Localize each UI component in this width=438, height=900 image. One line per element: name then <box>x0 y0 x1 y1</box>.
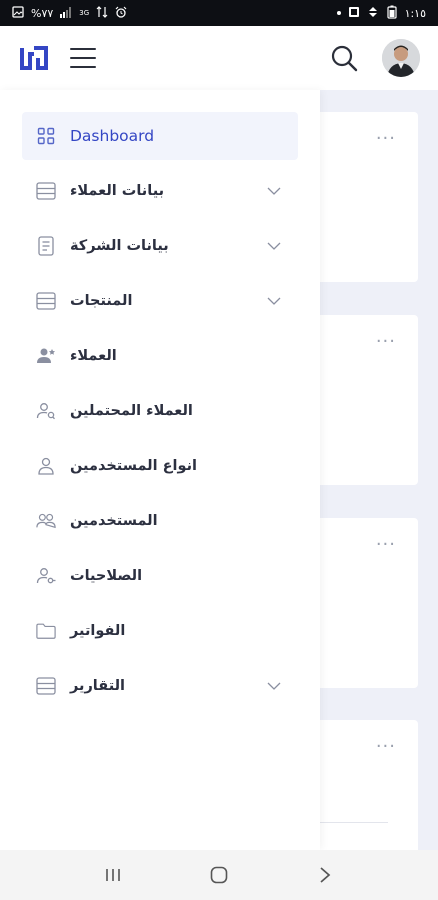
battery-text: %٧٧ <box>31 6 54 20</box>
server-icon <box>36 676 56 696</box>
user-key-icon <box>36 566 56 586</box>
more-options-icon[interactable]: ··· <box>376 536 396 554</box>
menu-item-label: الفواتير <box>70 623 126 639</box>
home-icon[interactable] <box>207 863 231 887</box>
status-right: ١:١٥ <box>336 5 426 21</box>
hamburger-line <box>70 57 96 59</box>
menu-item-label: العملاء <box>70 348 117 364</box>
gallery-icon <box>12 6 24 20</box>
back-icon[interactable] <box>313 863 337 887</box>
folder-icon <box>36 621 56 641</box>
user-icon <box>36 456 56 476</box>
menu-item-reports[interactable]: التقارير <box>22 662 298 710</box>
server-icon <box>36 181 56 201</box>
users-icon <box>36 511 56 531</box>
menu-item-customers[interactable]: العملاء <box>22 332 298 380</box>
menu-item-customer-data[interactable]: بيانات العملاء <box>22 167 298 215</box>
battery-icon <box>386 5 398 21</box>
menu-item-products[interactable]: المنتجات <box>22 277 298 325</box>
menu-item-label: الصلاحيات <box>70 568 143 584</box>
menu-item-label: بيانات الشركة <box>70 238 169 254</box>
user-search-icon <box>36 401 56 421</box>
hamburger-line <box>70 66 96 68</box>
more-options-icon[interactable]: ··· <box>376 738 396 756</box>
drawer-menu: Dashboard بيانات العملاء بيانات الشركة ا… <box>22 112 298 717</box>
menu-item-label: Dashboard <box>70 127 155 145</box>
sync-icon <box>367 6 379 20</box>
hamburger-line <box>70 48 96 50</box>
chevron-down-icon[interactable] <box>266 183 282 199</box>
menu-item-permissions[interactable]: الصلاحيات <box>22 552 298 600</box>
card-divider <box>320 822 388 823</box>
chevron-down-icon[interactable] <box>266 678 282 694</box>
hamburger-menu-icon[interactable] <box>70 48 96 68</box>
user-avatar[interactable] <box>382 39 420 77</box>
more-options-icon[interactable]: ··· <box>376 130 396 148</box>
brand-logo-icon[interactable] <box>20 44 48 72</box>
app-header <box>0 26 438 90</box>
server-icon <box>36 291 56 311</box>
menu-item-label: بيانات العملاء <box>70 183 165 199</box>
notification-dot-icon <box>336 11 341 15</box>
menu-item-label: المنتجات <box>70 293 133 309</box>
dashboard-grid-icon <box>36 126 56 146</box>
menu-item-users[interactable]: المستخدمين <box>22 497 298 545</box>
menu-item-label: العملاء المحتملين <box>70 403 193 419</box>
signal-icon <box>60 6 72 20</box>
chevron-down-icon[interactable] <box>266 238 282 254</box>
menu-item-user-types[interactable]: انواع المستخدمين <box>22 442 298 490</box>
search-icon[interactable] <box>330 44 358 72</box>
system-navigation-bar <box>0 850 438 900</box>
status-left: %٧٧ 3G <box>12 6 127 20</box>
menu-item-dashboard[interactable]: Dashboard <box>22 112 298 160</box>
document-icon <box>36 236 56 256</box>
menu-item-potential-customers[interactable]: العملاء المحتملين <box>22 387 298 435</box>
menu-item-label: المستخدمين <box>70 513 158 529</box>
recent-apps-icon[interactable] <box>101 863 125 887</box>
status-bar: %٧٧ 3G ١:١٥ <box>0 0 438 26</box>
side-drawer: Dashboard بيانات العملاء بيانات الشركة ا… <box>0 90 320 850</box>
network-type: 3G <box>79 8 90 17</box>
user-star-icon <box>36 346 56 366</box>
menu-item-label: التقارير <box>70 678 126 694</box>
alarm-icon <box>115 6 127 20</box>
image-icon <box>348 6 360 20</box>
menu-item-company-data[interactable]: بيانات الشركة <box>22 222 298 270</box>
chevron-down-icon[interactable] <box>266 293 282 309</box>
clock-time: ١:١٥ <box>404 6 426 20</box>
data-transfer-icon <box>96 6 108 20</box>
menu-item-label: انواع المستخدمين <box>70 458 198 474</box>
menu-item-invoices[interactable]: الفواتير <box>22 607 298 655</box>
more-options-icon[interactable]: ··· <box>376 333 396 351</box>
